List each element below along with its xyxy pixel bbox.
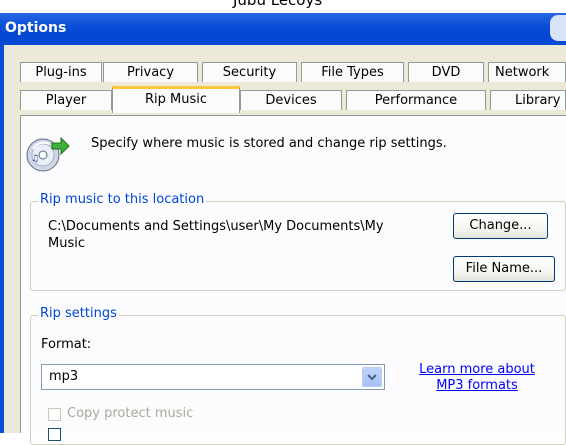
learn-more-line2[interactable]: MP3 formats <box>412 378 542 394</box>
tab-library[interactable]: Library <box>490 90 566 110</box>
copy-protect-label: Copy protect music <box>67 406 194 421</box>
tab-security[interactable]: Security <box>202 62 297 82</box>
tab-performance[interactable]: Performance <box>346 90 486 110</box>
tab-player[interactable]: Player <box>20 90 112 110</box>
cd-rip-icon: ♫ <box>26 136 70 172</box>
change-button[interactable]: Change... <box>453 213 548 239</box>
window-title: Options <box>5 20 67 36</box>
tab-devices[interactable]: Devices <box>240 90 342 110</box>
file-name-button[interactable]: File Name... <box>453 256 555 282</box>
tab-file-types[interactable]: File Types <box>301 62 404 82</box>
chevron-down-icon[interactable] <box>362 367 382 387</box>
next-option-checkbox[interactable] <box>48 428 61 441</box>
location-legend: Rip music to this location <box>38 192 207 207</box>
svg-text:♫: ♫ <box>31 154 39 164</box>
rip-settings-legend: Rip settings <box>38 306 119 321</box>
tab-privacy[interactable]: Privacy <box>103 62 198 82</box>
tab-dvd[interactable]: DVD <box>408 62 484 82</box>
tab-plug-ins[interactable]: Plug-ins <box>20 62 102 82</box>
learn-more-line1[interactable]: Learn more about <box>412 362 542 378</box>
title-bar[interactable]: Options <box>0 13 566 45</box>
learn-more-mp3-link[interactable]: Learn more about MP3 formats <box>412 362 542 394</box>
rip-description: Specify where music is stored and change… <box>91 136 447 151</box>
title-bar-button-edge[interactable] <box>550 15 566 41</box>
format-select[interactable]: mp3 <box>41 364 385 390</box>
tab-rip-music[interactable]: Rip Music <box>112 86 240 113</box>
rip-location-path-line2: Music <box>48 236 85 251</box>
format-select-value: mp3 <box>49 369 79 384</box>
format-label: Format: <box>41 337 92 352</box>
rip-location-path: C:\Documents and Settings\user\My Docume… <box>48 218 428 252</box>
background-window-strip: Jubu Lecoys <box>0 0 566 13</box>
tab-network[interactable]: Network <box>488 62 566 82</box>
background-window-text: Jubu Lecoys <box>233 0 323 9</box>
rip-location-path-line1: C:\Documents and Settings\user\My Docume… <box>48 219 384 234</box>
copy-protect-checkbox[interactable] <box>48 408 61 421</box>
